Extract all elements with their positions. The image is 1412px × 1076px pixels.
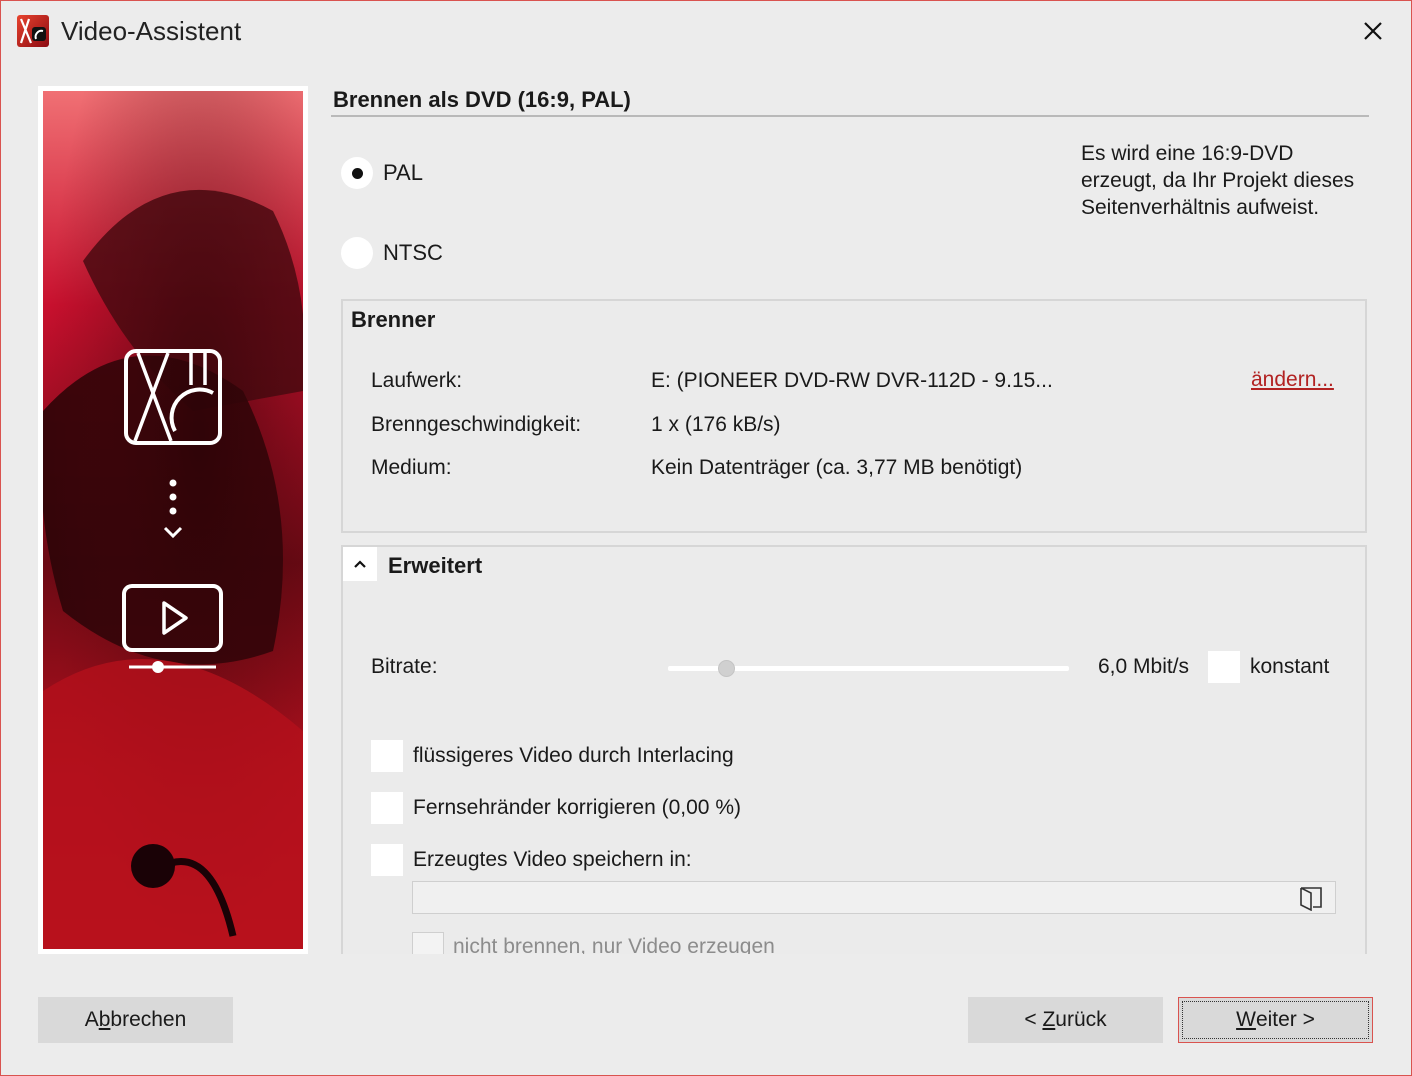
radio-selected-dot [351,167,363,179]
bitrate-label: Bitrate: [371,655,438,678]
advanced-group-title: Erweitert [388,553,483,578]
bitrate-value: 6,0 Mbit/s [1098,655,1190,678]
burner-group-title: Brenner [351,307,436,332]
burner-group: Brenner Laufwerk: E: (PIONEER DVD-RW DVR… [341,299,1367,533]
next-button-focus: Weiter > [1182,1001,1369,1039]
save-path-input[interactable] [412,881,1336,914]
no-burn-checkbox[interactable] [412,932,444,954]
back-label-post: urück [1055,1008,1107,1031]
advanced-group: Erweitert Bitrate: 6,0 Mbit/s konstant f… [341,545,1367,954]
medium-value: Kein Datenträger (ca. 3,77 MB benötigt) [651,456,1023,479]
next-label-accel: W [1236,1008,1256,1031]
page-title: Brennen als DVD (16:9, PAL) [333,87,631,112]
back-button[interactable]: < Zurück [968,997,1163,1043]
cancel-label-pre: A [84,1008,99,1031]
radio-ntsc[interactable]: NTSC [341,237,443,269]
flower-banner-image [43,91,303,949]
chevron-up-icon [354,560,366,568]
tv-edges-checkbox[interactable] [371,792,403,824]
tv-edges-label: Fernsehränder korrigieren (0,00 %) [413,796,741,819]
dialog-window: Video-Assistent Brennen als DVD (16:9, P… [0,0,1412,1076]
cancel-button[interactable]: Ab brechen [38,997,233,1043]
title-divider [331,115,1369,117]
app-logo-icon [17,15,49,47]
format-info-text: Es wird eine 16:9-DVD erzeugt, da Ihr Pr… [1081,142,1355,219]
drive-label: Laufwerk: [371,369,463,392]
medium-label: Medium: [371,456,452,479]
browse-folder-button[interactable] [1297,884,1325,912]
next-label-post: eiter > [1255,1008,1315,1031]
radio-ntsc-button[interactable] [341,237,373,269]
radio-pal[interactable]: PAL [341,157,423,189]
collapse-advanced-button[interactable] [343,547,377,581]
change-drive-link[interactable]: ändern... [1251,368,1334,392]
back-label-accel: Z [1042,1008,1056,1031]
save-video-label: Erzeugtes Video speichern in: [413,848,692,871]
radio-ntsc-label: NTSC [383,240,443,265]
drive-value: E: (PIONEER DVD-RW DVR-112D - 9.15... [651,369,1053,392]
speed-label: Brenngeschwindigkeit: [371,413,582,436]
bitrate-slider-thumb[interactable] [717,660,735,677]
speed-value: 1 x (176 kB/s) [651,413,781,436]
next-button[interactable]: Weiter > [1178,997,1373,1043]
interlacing-checkbox[interactable] [371,740,403,772]
back-label-pre: < [1024,1008,1043,1031]
constant-bitrate-label: konstant [1250,655,1330,678]
radio-pal-label: PAL [383,160,423,185]
close-icon [1364,22,1382,40]
no-burn-label: nicht brennen, nur Video erzeugen [453,935,775,954]
title-bar: Video-Assistent [1,1,1411,63]
interlacing-label: flüssigeres Video durch Interlacing [413,744,734,767]
save-video-checkbox[interactable] [371,844,403,876]
side-illustration [38,86,308,954]
cancel-label-accel: b [98,1008,111,1031]
window-title: Video-Assistent [61,16,242,46]
constant-bitrate-checkbox[interactable] [1208,651,1240,683]
radio-pal-button[interactable] [341,157,373,189]
folder-icon [1300,887,1322,911]
close-button[interactable] [1351,11,1395,51]
cancel-label-post: brechen [110,1008,187,1031]
